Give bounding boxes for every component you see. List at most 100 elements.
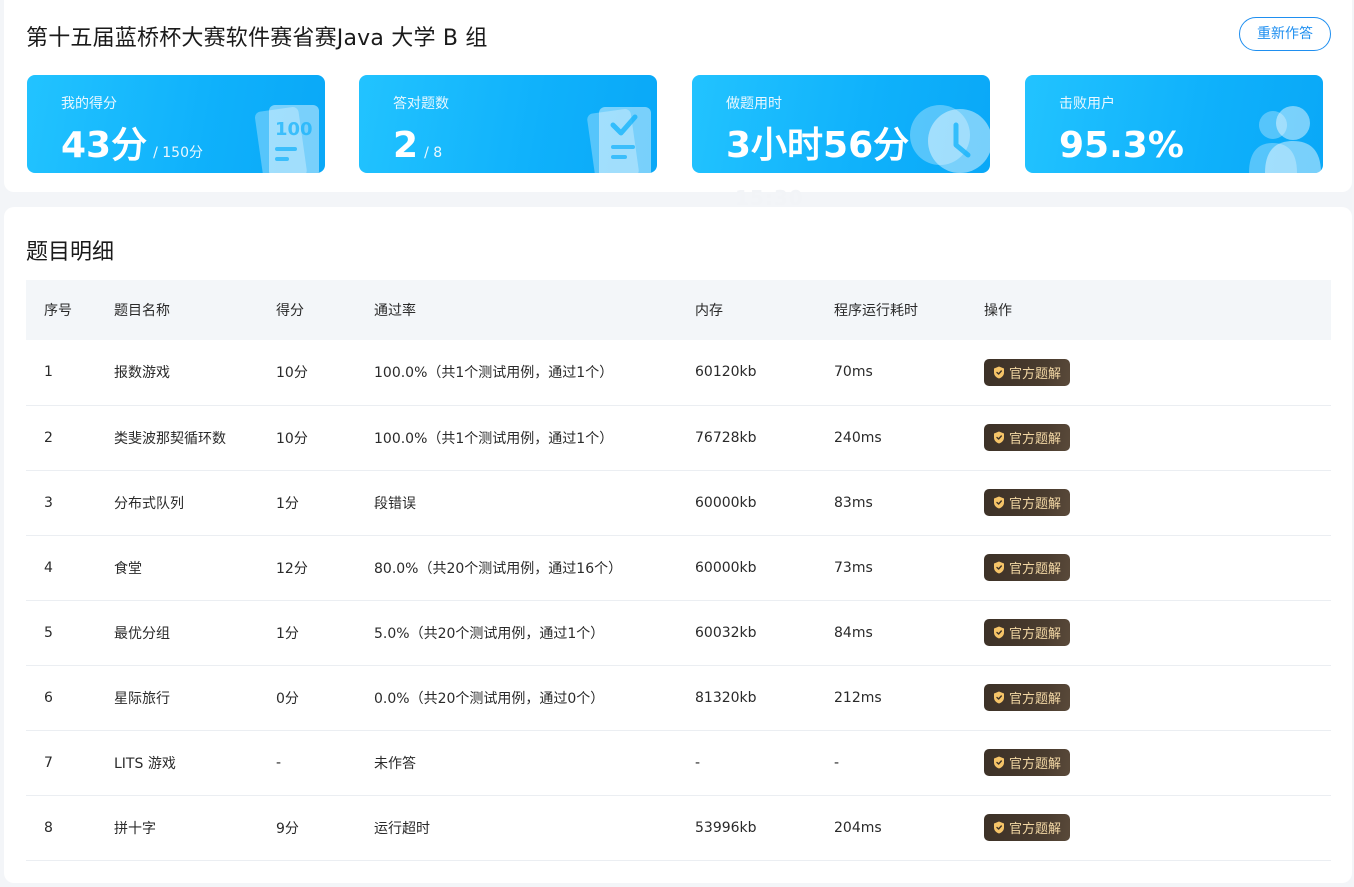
solution-label: 官方题解: [1009, 562, 1062, 577]
official-solution-button[interactable]: 官方题解: [984, 554, 1071, 581]
solution-label: 官方题解: [1009, 757, 1062, 772]
cell-name: 拼十字: [114, 795, 276, 861]
shield-icon: [994, 691, 1004, 704]
solution-label: 官方题解: [1009, 497, 1062, 512]
cell-runtime: 204ms: [834, 795, 984, 861]
cell-score: 1分: [276, 470, 374, 536]
shield-icon: [994, 366, 1004, 379]
official-solution-button[interactable]: 官方题解: [984, 619, 1071, 646]
cell-runtime: 212ms: [834, 665, 984, 731]
section-title: 题目明细: [26, 240, 115, 265]
official-solution-button[interactable]: 官方题解: [984, 814, 1071, 841]
stat-value: 43分/ 150分: [61, 125, 203, 166]
cell-memory: 60032kb: [695, 600, 834, 666]
cell-memory: 53996kb: [695, 795, 834, 861]
cell-no: 1: [26, 340, 114, 406]
official-solution-button[interactable]: 官方题解: [984, 489, 1071, 516]
cell-score: 9分: [276, 795, 374, 861]
summary-card: 第十五届蓝桥杯大赛软件赛省赛Java 大学 B 组 重新作答 我的得分 43分 /…: [4, 0, 1352, 192]
table-row: 3 分布式队列 1分 段错误 60000kb 83ms 官方题解: [26, 470, 1331, 536]
table-row: 2 类斐波那契循环数 10分 100.0%（共1个测试用例，通过1个） 76728kb 2…: [26, 405, 1331, 471]
cell-no: 2: [26, 405, 114, 471]
official-solution-button[interactable]: 官方题解: [984, 358, 1071, 386]
official-solution-button[interactable]: 官方题解: [984, 684, 1071, 711]
solution-label: 官方题解: [1009, 692, 1062, 707]
shield-icon: [994, 431, 1004, 444]
shield-icon: [994, 496, 1004, 509]
col-header-name: 题目名称: [114, 280, 276, 340]
stat-label: 击败用户: [1059, 96, 1115, 112]
users-icon: [1249, 106, 1321, 173]
cell-memory: 60000kb: [695, 470, 834, 536]
cell-runtime: 73ms: [834, 535, 984, 601]
cell-no: 3: [26, 470, 114, 536]
col-header-no: 序号: [26, 280, 114, 340]
stat-value: 3小时56分: [726, 125, 910, 166]
cell-runtime: 240ms: [834, 405, 984, 471]
page-title: 第十五届蓝桥杯大赛软件赛省赛Java 大学 B 组: [26, 26, 488, 51]
cell-memory: -: [695, 730, 834, 796]
cell-pass-rate: 0.0%（共20个测试用例，通过0个）: [374, 665, 695, 731]
col-header-pass-rate: 通过率: [374, 280, 695, 340]
cell-action: 官方题解: [984, 795, 1331, 861]
table-row: 6 星际旅行 0分 0.0%（共20个测试用例，通过0个） 81320kb 212ms 官方…: [26, 665, 1331, 731]
cell-no: 7: [26, 730, 114, 796]
cell-pass-rate: 100.0%（共1个测试用例，通过1个）: [374, 405, 695, 471]
table-row: 8 拼十字 9分 运行超时 53996kb 204ms 官方题解: [26, 795, 1331, 861]
table-header-row: 序号 题目名称 得分 通过率 内存 程序运行耗时 操作: [26, 280, 1331, 340]
stat-card-beat: 击败用户 95.3%: [1025, 75, 1323, 173]
stat-label: 我的得分: [61, 96, 117, 112]
stat-value: 2/ 8: [393, 125, 443, 166]
detail-card: 题目明细 序号 题目名称 得分 通过率 内存 程序运行耗时 操作 1 报数游戏 10…: [4, 207, 1352, 883]
cell-score: 0分: [276, 665, 374, 731]
stat-value: 95.3%: [1059, 125, 1184, 166]
table-row: 5 最优分组 1分 5.0%（共20个测试用例，通过1个） 60032kb 84ms 官方题…: [26, 600, 1331, 666]
stat-card-score: 我的得分 43分/ 150分 100: [27, 75, 325, 173]
shield-icon: [994, 626, 1004, 639]
cell-memory: 76728kb: [695, 405, 834, 471]
stat-card-time: 做题用时 3小时56分: [692, 75, 990, 173]
cell-no: 6: [26, 665, 114, 731]
cell-no: 8: [26, 795, 114, 861]
cell-name: 分布式队列: [114, 470, 276, 536]
cell-pass-rate: 段错误: [374, 470, 695, 536]
solution-label: 官方题解: [1009, 366, 1062, 382]
cell-action: 官方题解: [984, 470, 1331, 536]
cell-score: 10分: [276, 405, 374, 471]
clock-icon: [910, 105, 990, 173]
col-header-score: 得分: [276, 280, 374, 340]
stat-label: 做题用时: [726, 96, 782, 112]
shield-icon: [994, 561, 1004, 574]
cell-runtime: 84ms: [834, 600, 984, 666]
col-header-action: 操作: [984, 280, 1331, 340]
cell-score: 10分: [276, 340, 374, 406]
official-solution-button[interactable]: 官方题解: [984, 424, 1071, 451]
cell-action: 官方题解: [984, 600, 1331, 666]
cell-memory: 81320kb: [695, 665, 834, 731]
table-row: 7 LITS 游戏 - 未作答 - - 官方题解: [26, 730, 1331, 796]
cell-pass-rate: 80.0%（共20个测试用例，通过16个）: [374, 535, 695, 601]
solution-label: 官方题解: [1009, 822, 1062, 837]
solution-label: 官方题解: [1009, 432, 1062, 447]
cell-pass-rate: 运行超时: [374, 795, 695, 861]
table-row: 4 食堂 12分 80.0%（共20个测试用例，通过16个） 60000kb 73ms 官方…: [26, 535, 1331, 601]
cell-action: 官方题解: [984, 340, 1331, 406]
cell-score: -: [276, 730, 374, 796]
col-header-memory: 内存: [695, 280, 834, 340]
svg-text:100: 100: [275, 119, 313, 140]
cell-pass-rate: 100.0%（共1个测试用例，通过1个）: [374, 340, 695, 406]
score-sheet-icon: 100: [254, 105, 319, 173]
cell-runtime: 70ms: [834, 340, 984, 406]
cell-no: 5: [26, 600, 114, 666]
cell-name: 报数游戏: [114, 340, 276, 406]
cell-action: 官方题解: [984, 535, 1331, 601]
cell-action: 官方题解: [984, 405, 1331, 471]
cell-action: 官方题解: [984, 730, 1331, 796]
cell-no: 4: [26, 535, 114, 601]
retry-button[interactable]: 重新作答: [1239, 17, 1331, 51]
official-solution-button[interactable]: 官方题解: [984, 749, 1071, 776]
cell-score: 1分: [276, 600, 374, 666]
cell-name: LITS 游戏: [114, 730, 276, 796]
cell-runtime: 83ms: [834, 470, 984, 536]
cell-score: 12分: [276, 535, 374, 601]
